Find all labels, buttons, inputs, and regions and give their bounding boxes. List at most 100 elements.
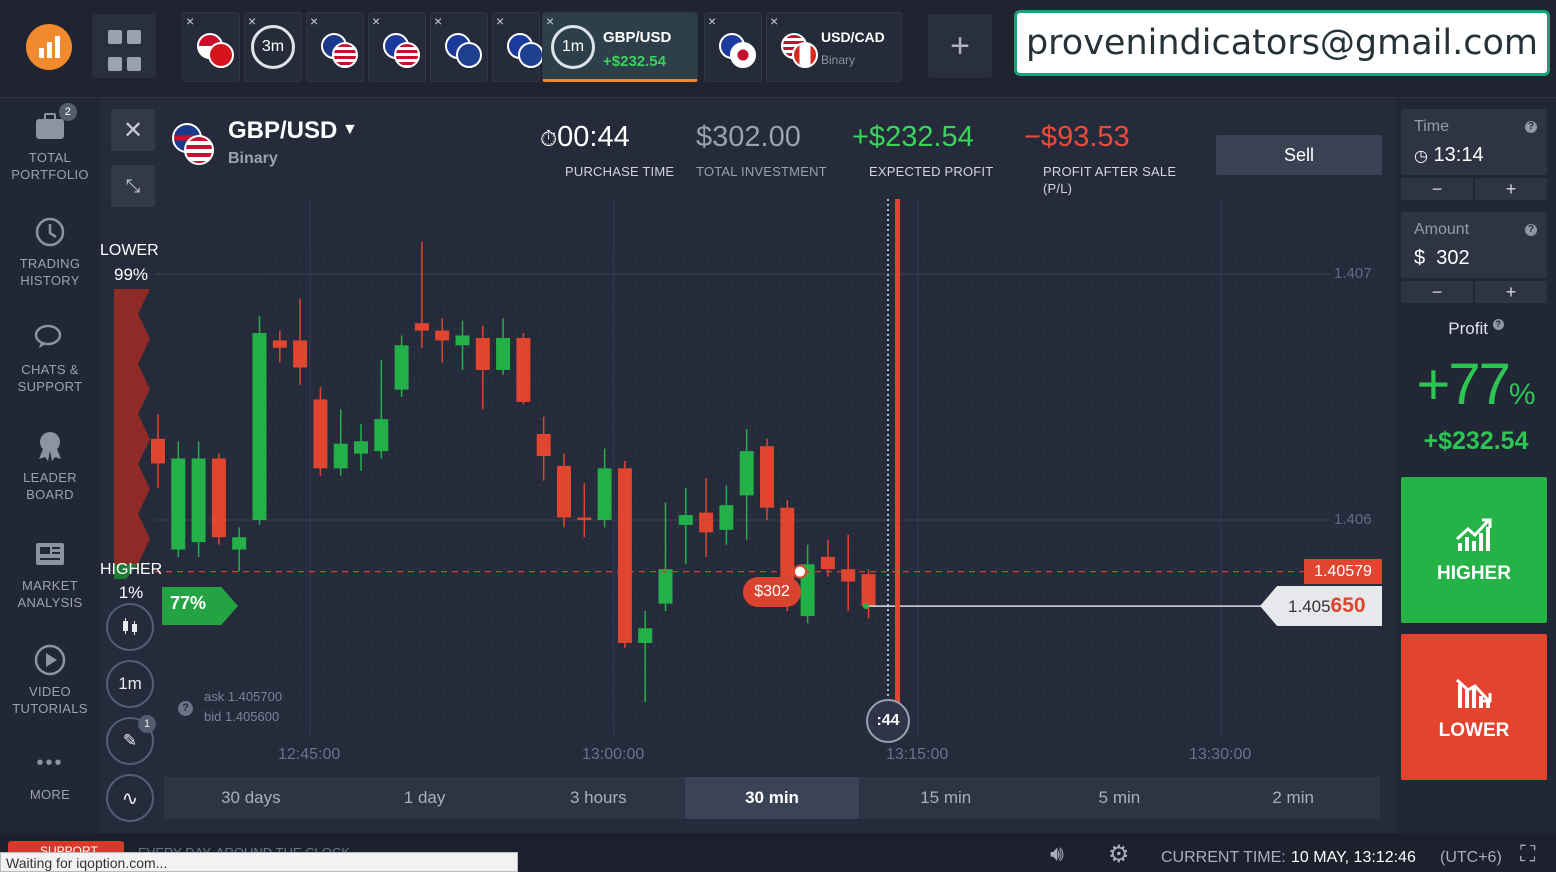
nav-leader-board[interactable]: LEADER BOARD [0,429,100,503]
candle-body [861,574,876,607]
more-dots-icon: ••• [36,752,64,774]
nav-more[interactable]: ••• MORE [0,752,100,803]
close-tab-icon[interactable]: × [546,13,554,29]
asset-tab[interactable]: × [430,12,488,82]
candlestick-type-button[interactable] [106,603,154,651]
help-icon[interactable]: ? [1492,319,1504,330]
lower-label: LOWER [1438,720,1510,741]
settings-gear-icon[interactable]: ⚙ [1108,840,1130,869]
asset-tab[interactable]: × USD/CAD Binary [766,12,902,82]
amount-value[interactable]: $ 302 [1414,247,1470,270]
time-decrease-button[interactable]: − [1401,178,1473,200]
nav-total-portfolio[interactable]: 2 TOTAL PORTFOLIO [0,103,100,183]
purchase-time-value: ⏱00:44 [540,121,630,153]
close-tab-icon[interactable]: × [248,13,256,29]
range-15-min[interactable]: 15 min [859,777,1033,819]
candle-body [536,433,551,457]
amount-label: Amount [1414,221,1470,238]
help-icon[interactable]: ? [1525,121,1537,133]
close-tab-icon[interactable]: × [770,13,778,29]
asset-tab[interactable]: × [306,12,364,82]
sell-button[interactable]: Sell [1216,135,1382,175]
deal-amount-marker[interactable]: $302 [743,577,801,607]
time-increase-button[interactable]: + [1475,178,1547,200]
add-asset-button[interactable]: + [928,14,992,78]
nav-label: TRADING [19,256,81,271]
chevron-down-icon[interactable]: ▼ [342,121,358,139]
nav-video-tutorials[interactable]: VIDEO TUTORIALS [0,643,100,717]
candle-body [333,443,348,469]
grid-icon [108,30,122,44]
timeframe-button[interactable]: 1m [106,660,154,708]
time-tick: 13:30:00 [1189,746,1252,763]
close-tab-icon[interactable]: × [434,13,442,29]
close-tab-icon[interactable]: × [708,13,716,29]
close-tab-icon[interactable]: × [496,13,504,29]
asset-tab[interactable]: × [368,12,426,82]
sentiment-lower-label: LOWER [100,242,159,259]
amount-field[interactable]: Amount ? $ 302 [1401,212,1547,278]
range-5-min[interactable]: 5 min [1033,777,1207,819]
medal-icon [33,429,67,463]
nav-label: PORTFOLIO [11,167,89,182]
candle-body [293,340,308,368]
timer-3m: 3m [251,25,295,69]
amount-decrease-button[interactable]: − [1401,281,1473,303]
close-tab-icon[interactable]: × [310,13,318,29]
history-clock-icon [33,215,67,249]
time-tick: 13:00:00 [582,746,645,763]
asset-tab[interactable]: × 3m [244,12,302,82]
expected-profit-label: EXPECTED PROFIT [869,164,994,179]
nav-label: SUPPORT [17,379,83,394]
range-1-day[interactable]: 1 day [338,777,512,819]
nav-trading-history[interactable]: TRADING HISTORY [0,215,100,289]
time-label: Time [1414,118,1449,135]
nav-chats-support[interactable]: CHATS & SUPPORT [0,321,100,395]
asset-tab[interactable]: × [492,12,544,82]
total-investment-value: $302.00 [696,121,801,153]
candle-body [820,556,835,570]
sentiment-lower-percent: 99% [113,265,149,284]
nav-market-analysis[interactable]: MARKET ANALYSIS [0,537,100,611]
fullscreen-icon[interactable]: ⛶ [1520,841,1535,867]
nav-label: VIDEO [29,684,71,699]
chart-area[interactable]: ✕ ⤡ GBP/USD ▼ Binary ⏱00:44 PURCHASE TIM… [100,99,1396,833]
time-field[interactable]: Time ? ◷ 13:14 [1401,109,1547,175]
asset-title[interactable]: GBP/USD [228,117,337,145]
drawing-tools-button[interactable]: ✎ 1 [106,715,156,765]
price-chart[interactable] [100,99,1396,833]
lower-button[interactable]: LOWER [1401,634,1547,780]
candle-body [475,337,490,370]
range-2-min[interactable]: 2 min [1206,777,1380,819]
candle-body [841,569,856,582]
candle-body [354,441,368,454]
close-chart-button[interactable]: ✕ [111,109,155,151]
browser-status-bar: Waiting for iqoption.com... [0,852,518,872]
amount-increase-button[interactable]: + [1475,281,1547,303]
range-3-hours[interactable]: 3 hours [511,777,685,819]
collapse-icon[interactable]: ⤡ [111,165,155,207]
speaker-icon[interactable]: 🔊︎ [1050,841,1064,867]
candle-body [414,323,429,331]
expected-profit-value: +$232.54 [852,121,974,153]
apps-grid-button[interactable] [92,14,156,78]
close-tab-icon[interactable]: × [186,13,194,29]
range-30-days[interactable]: 30 days [164,777,338,819]
time-tick: 13:15:00 [886,746,949,763]
purchase-time-label: PURCHASE TIME [565,164,675,179]
close-tab-icon[interactable]: × [372,13,380,29]
higher-button[interactable]: HIGHER [1401,477,1547,623]
app-logo[interactable] [26,24,72,70]
asset-tab-active[interactable]: × 1m GBP/USD +$232.54 [542,12,698,82]
asset-tab[interactable]: × [182,12,240,82]
price-tick: 1.407 [1334,265,1372,282]
indicators-button[interactable]: ∿ [106,774,154,822]
help-icon[interactable]: ? [1525,224,1537,236]
help-icon[interactable]: ? [178,701,193,716]
currency-pair-flags-icon [197,33,237,68]
nav-label: MORE [29,787,71,802]
current-price-dot [863,603,869,610]
range-30-min[interactable]: 30 min [685,777,859,819]
profit-label: Profit ? [1396,319,1556,339]
asset-tab[interactable]: × [704,12,762,82]
